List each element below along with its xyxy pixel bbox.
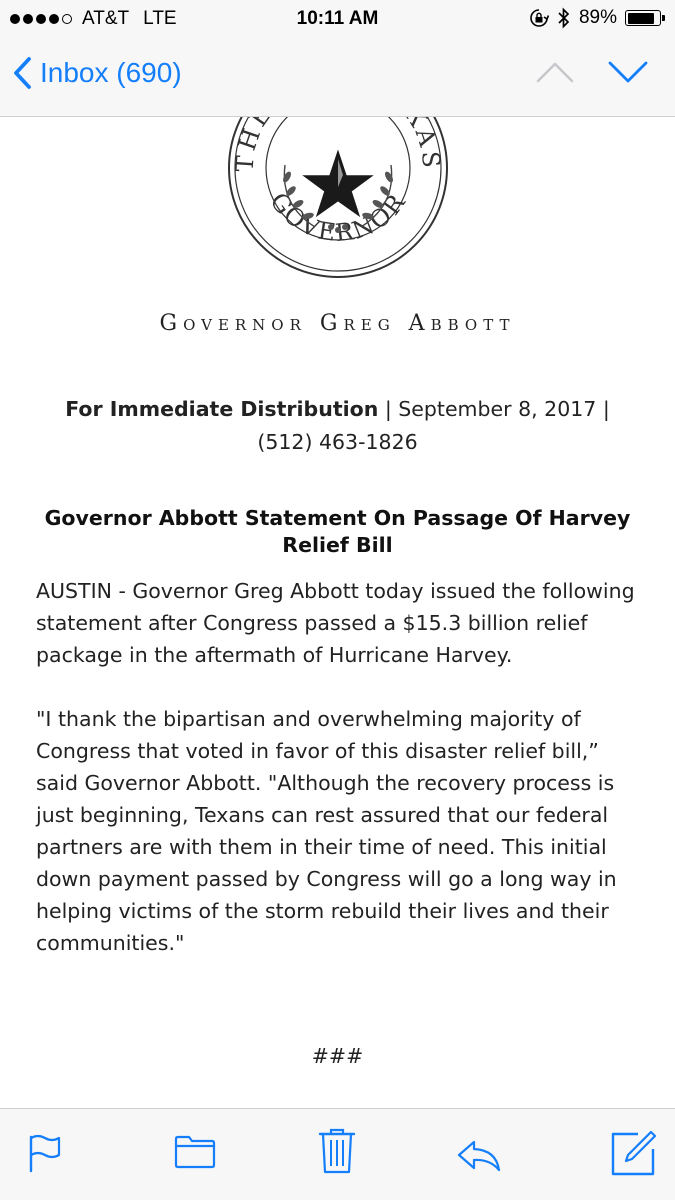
battery-icon bbox=[625, 10, 665, 26]
folder-icon[interactable] bbox=[174, 1133, 216, 1169]
bottom-toolbar bbox=[0, 1108, 675, 1200]
back-button-label: Inbox (690) bbox=[40, 57, 182, 88]
battery-percent: 89% bbox=[578, 7, 617, 28]
status-bar: AT&T LTE 10:11 AM 89% bbox=[0, 0, 675, 38]
governor-signature-name: Governor Greg Abbott bbox=[159, 311, 516, 336]
distribution-label: For Immediate Distribution bbox=[65, 397, 379, 421]
chevron-down-icon[interactable] bbox=[608, 60, 648, 84]
rotation-lock-icon bbox=[530, 9, 549, 27]
status-icons: 89% bbox=[529, 7, 665, 29]
email-body: THE ☆ OF TEXAS GOVERNOR Governor Greg Ab… bbox=[0, 117, 675, 1108]
press-release-body: AUSTIN - Governor Greg Abbott today issu… bbox=[36, 575, 646, 991]
bluetooth-icon bbox=[558, 7, 570, 29]
end-marker: ### bbox=[311, 1044, 364, 1068]
compose-icon[interactable] bbox=[610, 1129, 658, 1177]
press-release-headline: Governor Abbott Statement On Passage Of … bbox=[44, 506, 631, 557]
chevron-up-icon[interactable] bbox=[536, 60, 574, 84]
distribution-line: For Immediate Distribution | September 8… bbox=[40, 393, 635, 459]
paragraph-intro: AUSTIN - Governor Greg Abbott today issu… bbox=[36, 579, 635, 667]
back-to-inbox-button[interactable]: Inbox (690) bbox=[12, 56, 182, 90]
reply-icon[interactable] bbox=[456, 1139, 502, 1173]
paragraph-quote: "I thank the bipartisan and overwhelming… bbox=[36, 707, 617, 955]
flag-icon[interactable] bbox=[28, 1133, 62, 1173]
chevron-left-icon bbox=[14, 57, 31, 89]
navigation-bar: Inbox (690) bbox=[0, 38, 675, 117]
trash-icon[interactable] bbox=[318, 1127, 356, 1175]
texas-governor-seal-logo: THE ☆ OF TEXAS GOVERNOR bbox=[228, 117, 448, 278]
